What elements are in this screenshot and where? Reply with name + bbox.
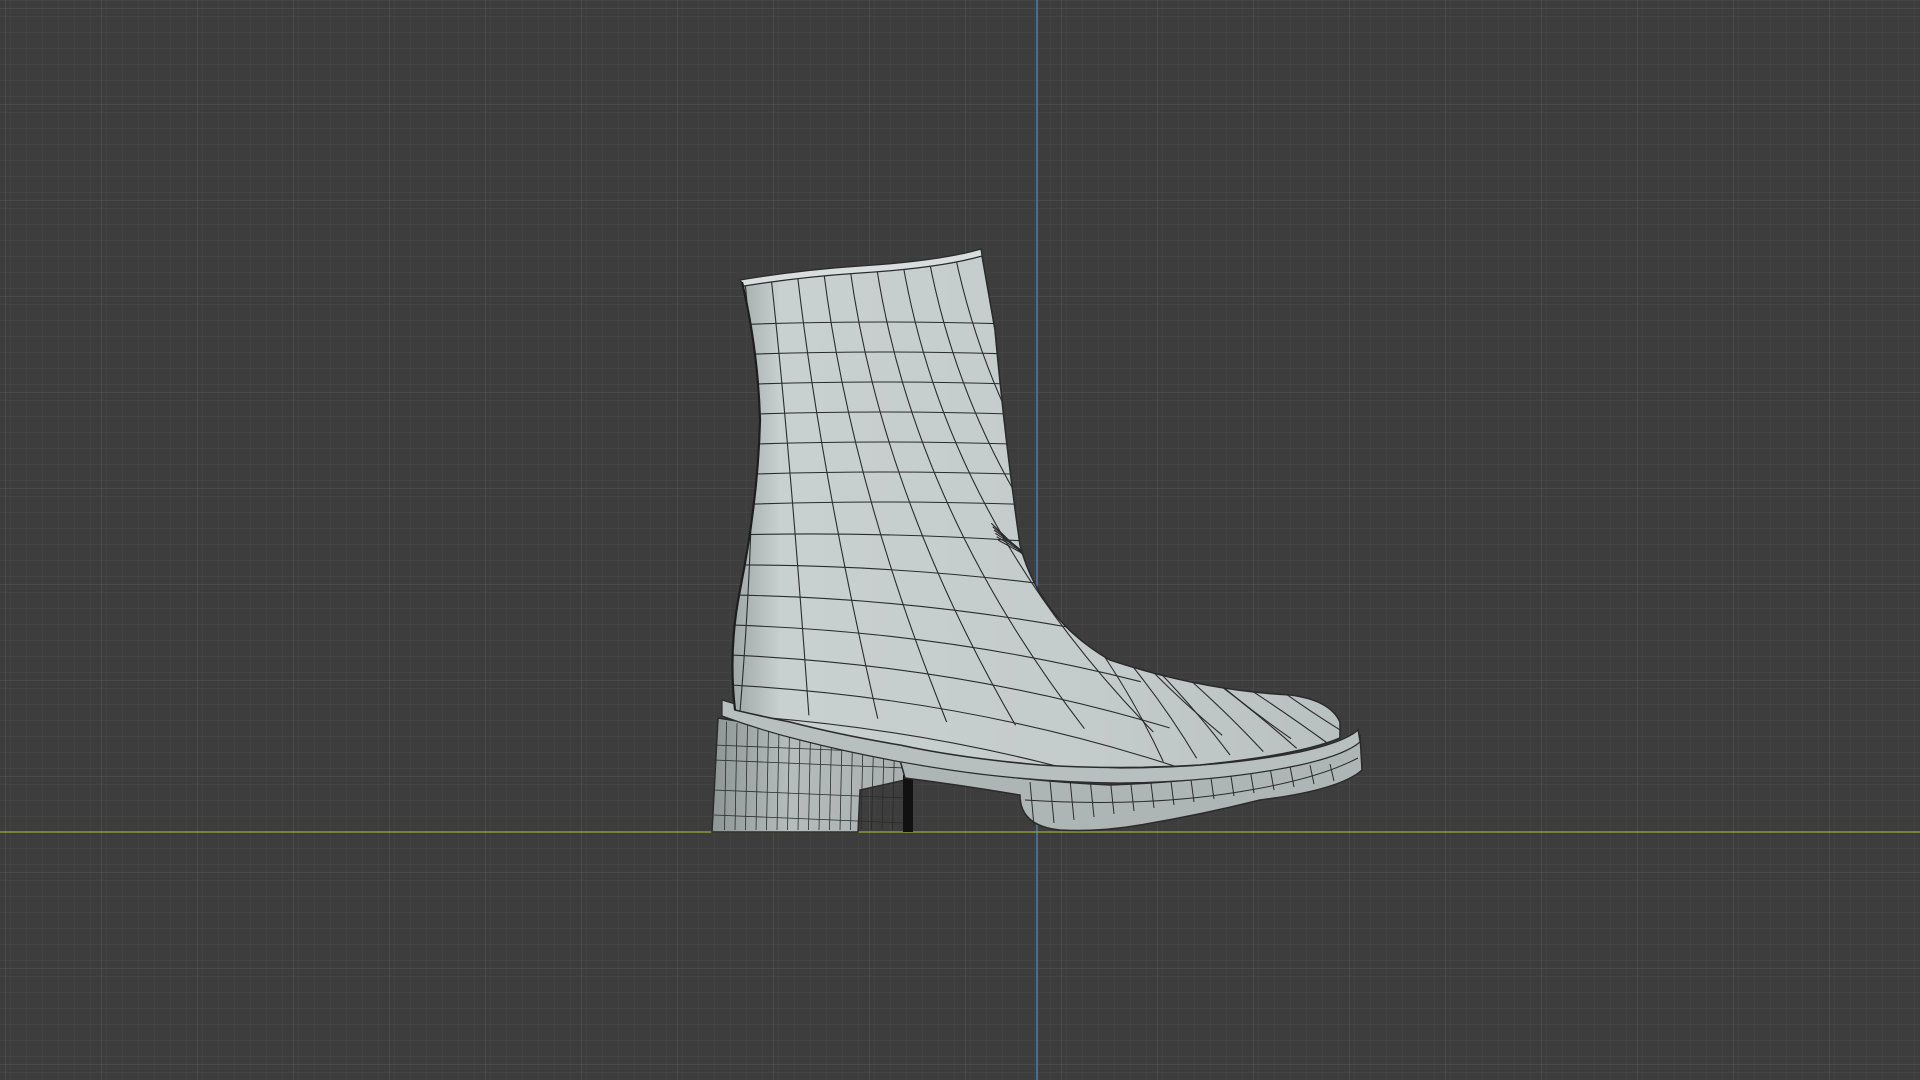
3d-viewport[interactable] <box>0 0 1920 1080</box>
viewport-canvas[interactable] <box>0 0 1920 1080</box>
